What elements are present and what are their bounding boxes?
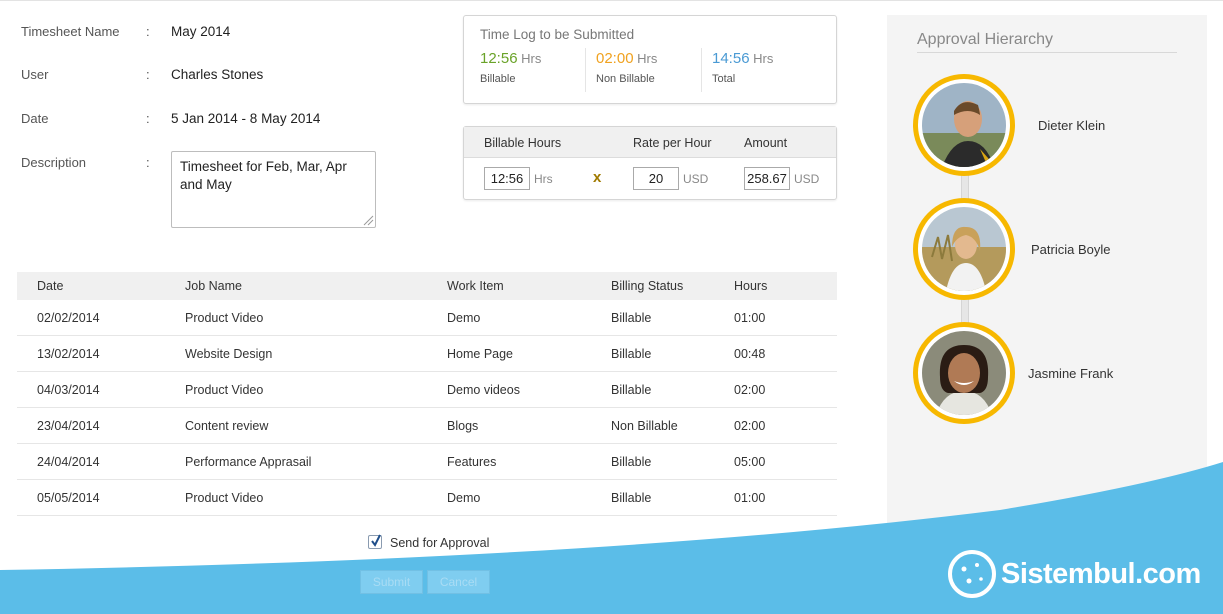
user-label: User <box>21 67 49 82</box>
table-row[interactable]: 04/03/2014 Product Video Demo videos Bil… <box>17 372 837 408</box>
cell-date: 02/02/2014 <box>37 311 100 325</box>
submit-button[interactable]: Submit <box>360 570 423 594</box>
cell-work-item: Home Page <box>447 347 514 361</box>
time-log-title: Time Log to be Submitted <box>480 27 635 42</box>
cell-work-item: Demo videos <box>447 383 520 397</box>
calc-header: Billable Hours Rate per Hour Amount <box>464 127 836 158</box>
approver-avatar[interactable] <box>913 322 1015 424</box>
top-border <box>0 0 1223 4</box>
cell-hours: 02:00 <box>734 419 766 433</box>
description-label: Description <box>21 155 87 170</box>
column-header-hours: Hours <box>734 279 768 293</box>
user-value: Charles Stones <box>171 67 264 82</box>
send-for-approval-label: Send for Approval <box>390 536 490 550</box>
divider <box>585 48 586 92</box>
cell-date: 23/04/2014 <box>37 419 100 433</box>
cell-work-item: Blogs <box>447 419 479 433</box>
approval-hierarchy-title: Approval Hierarchy <box>917 31 1054 48</box>
billable-hours-header: Billable Hours <box>484 136 562 150</box>
cell-hours: 01:00 <box>734 311 766 325</box>
timesheet-name-label: Timesheet Name <box>21 24 120 39</box>
column-header-billing-status: Billing Status <box>611 279 684 293</box>
watermark-text: Sistembul.com <box>1001 558 1201 590</box>
cell-hours: 00:48 <box>734 347 766 361</box>
description-textarea[interactable]: Timesheet for Feb, Mar, Apr and May <box>171 151 376 228</box>
send-for-approval-checkbox[interactable] <box>368 534 382 549</box>
cell-billing-status: Billable <box>611 311 652 325</box>
cell-work-item: Demo <box>447 311 481 325</box>
date-label: Date <box>21 111 49 126</box>
table-row[interactable]: 13/02/2014 Website Design Home Page Bill… <box>17 336 837 372</box>
divider <box>917 52 1177 53</box>
colon: : <box>146 155 150 170</box>
cell-job-name: Product Video <box>185 311 264 325</box>
cell-date: 13/02/2014 <box>37 347 100 361</box>
time-log-card: Time Log to be Submitted 12:56 Hrs Billa… <box>463 15 837 104</box>
timesheet-name-value: May 2014 <box>171 24 231 39</box>
divider <box>701 48 702 92</box>
colon: : <box>146 111 150 126</box>
rate-input[interactable] <box>633 167 679 190</box>
watermark-logo-icon <box>948 550 996 598</box>
table-header: Date Job Name Work Item Billing Status H… <box>17 272 837 300</box>
hrs-unit: Hrs <box>521 51 542 66</box>
billing-calculator: Billable Hours Rate per Hour Amount Hrs … <box>463 126 837 200</box>
rate-usd-unit: USD <box>683 172 709 186</box>
total-hours-value: 14:56 <box>712 50 750 67</box>
column-header-work-item: Work Item <box>447 279 504 293</box>
total-label: Total <box>712 73 736 85</box>
multiply-icon: x <box>593 169 602 186</box>
amount-header: Amount <box>744 136 788 150</box>
approver-name: Jasmine Frank <box>1028 366 1114 381</box>
table-row[interactable]: 23/04/2014 Content review Blogs Non Bill… <box>17 408 837 444</box>
cell-job-name: Product Video <box>185 383 264 397</box>
date-value: 5 Jan 2014 - 8 May 2014 <box>171 111 321 126</box>
rate-header: Rate per Hour <box>633 136 712 150</box>
non-billable-summary: 02:00 Hrs Non Billable <box>596 50 657 92</box>
hrs-unit: Hrs <box>753 51 774 66</box>
cell-billing-status: Billable <box>611 347 652 361</box>
approver-avatar[interactable] <box>913 74 1015 176</box>
cell-hours: 02:00 <box>734 383 766 397</box>
non-billable-label: Non Billable <box>596 73 655 85</box>
colon: : <box>146 24 150 39</box>
table-row[interactable]: 02/02/2014 Product Video Demo Billable 0… <box>17 300 837 336</box>
cell-billing-status: Non Billable <box>611 419 678 433</box>
person-photo-icon <box>922 331 1006 415</box>
person-photo-icon <box>922 207 1006 291</box>
resize-grip-icon[interactable] <box>362 214 374 226</box>
colon: : <box>146 67 150 82</box>
approver-name: Dieter Klein <box>1038 118 1106 133</box>
person-photo-icon <box>922 83 1006 167</box>
cancel-button[interactable]: Cancel <box>427 570 490 594</box>
billable-hours-input[interactable] <box>484 167 530 190</box>
column-header-date: Date <box>37 279 64 293</box>
approver-avatar[interactable] <box>913 198 1015 300</box>
approver-name: Patricia Boyle <box>1031 242 1111 257</box>
checkmark-icon <box>371 534 381 547</box>
billable-summary: 12:56 Hrs Billable <box>480 50 541 92</box>
cell-date: 04/03/2014 <box>37 383 100 397</box>
cell-job-name: Content review <box>185 419 269 433</box>
amount-input[interactable] <box>744 167 790 190</box>
amount-usd-unit: USD <box>794 172 820 186</box>
billable-label: Billable <box>480 73 516 85</box>
column-header-job-name: Job Name <box>185 279 242 293</box>
hrs-unit: Hrs <box>534 172 553 186</box>
cell-billing-status: Billable <box>611 383 652 397</box>
cell-job-name: Website Design <box>185 347 273 361</box>
hrs-unit: Hrs <box>637 51 658 66</box>
total-summary: 14:56 Hrs Total <box>712 50 773 92</box>
billable-hours-value: 12:56 <box>480 50 518 67</box>
non-billable-hours-value: 02:00 <box>596 50 634 67</box>
